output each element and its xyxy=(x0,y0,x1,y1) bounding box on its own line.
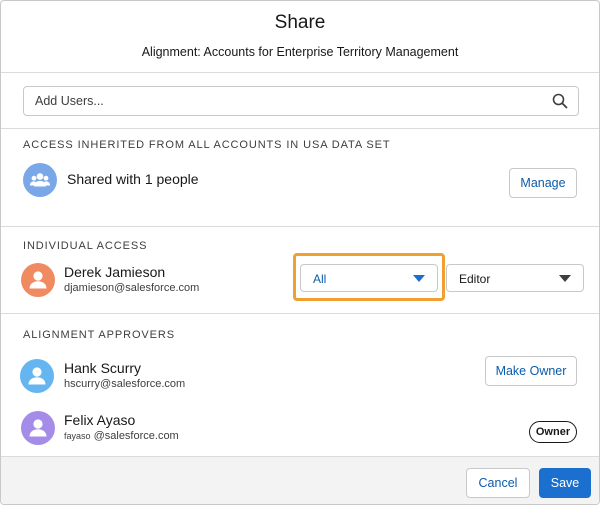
user-email: djamieson@salesforce.com xyxy=(64,282,200,294)
add-users-placeholder: Add Users... xyxy=(35,94,104,108)
approver-name: Felix Ayaso xyxy=(64,412,136,428)
avatar xyxy=(20,359,54,393)
divider xyxy=(1,313,599,314)
access-role-value: Editor xyxy=(459,272,491,286)
approver-email: fayaso @salesforce.com xyxy=(64,430,179,442)
modal-footer: Cancel Save xyxy=(1,456,599,504)
search-icon[interactable] xyxy=(552,93,568,109)
owner-badge: Owner xyxy=(529,421,577,443)
make-owner-button[interactable]: Make Owner xyxy=(485,356,577,386)
group-label: Shared with 1 people xyxy=(67,171,199,187)
user-name: Derek Jamieson xyxy=(64,264,166,280)
modal-title: Share xyxy=(274,12,326,33)
approvers-section-label: ALIGNMENT APPROVERS xyxy=(23,329,175,341)
chevron-down-icon xyxy=(559,275,571,282)
add-users-input[interactable]: Add Users... xyxy=(23,86,579,116)
divider xyxy=(1,226,599,227)
manage-button[interactable]: Manage xyxy=(509,168,577,198)
modal-subtitle: Alignment: Accounts for Enterprise Terri… xyxy=(141,45,459,59)
approver-email-user: fayaso xyxy=(64,431,91,441)
save-button[interactable]: Save xyxy=(539,468,591,498)
group-avatar xyxy=(23,163,57,197)
approver-email: hscurry@salesforce.com xyxy=(64,378,186,390)
group-icon xyxy=(23,163,57,197)
user-icon xyxy=(20,359,54,393)
user-icon xyxy=(21,263,55,297)
access-role-select[interactable]: Editor xyxy=(446,264,584,292)
user-icon xyxy=(21,411,55,445)
individual-section-label: INDIVIDUAL ACCESS xyxy=(23,240,148,252)
avatar xyxy=(21,263,55,297)
focus-highlight xyxy=(293,253,445,301)
approver-name: Hank Scurry xyxy=(64,360,142,376)
inherited-section-label: ACCESS INHERITED FROM ALL ACCOUNTS IN US… xyxy=(23,139,391,151)
avatar xyxy=(21,411,55,445)
divider xyxy=(1,128,599,129)
share-modal: Share Alignment: Accounts for Enterprise… xyxy=(0,0,600,505)
cancel-button[interactable]: Cancel xyxy=(466,468,530,498)
modal-header: Share Alignment: Accounts for Enterprise… xyxy=(1,1,599,73)
approver-email-domain: @salesforce.com xyxy=(90,430,179,442)
